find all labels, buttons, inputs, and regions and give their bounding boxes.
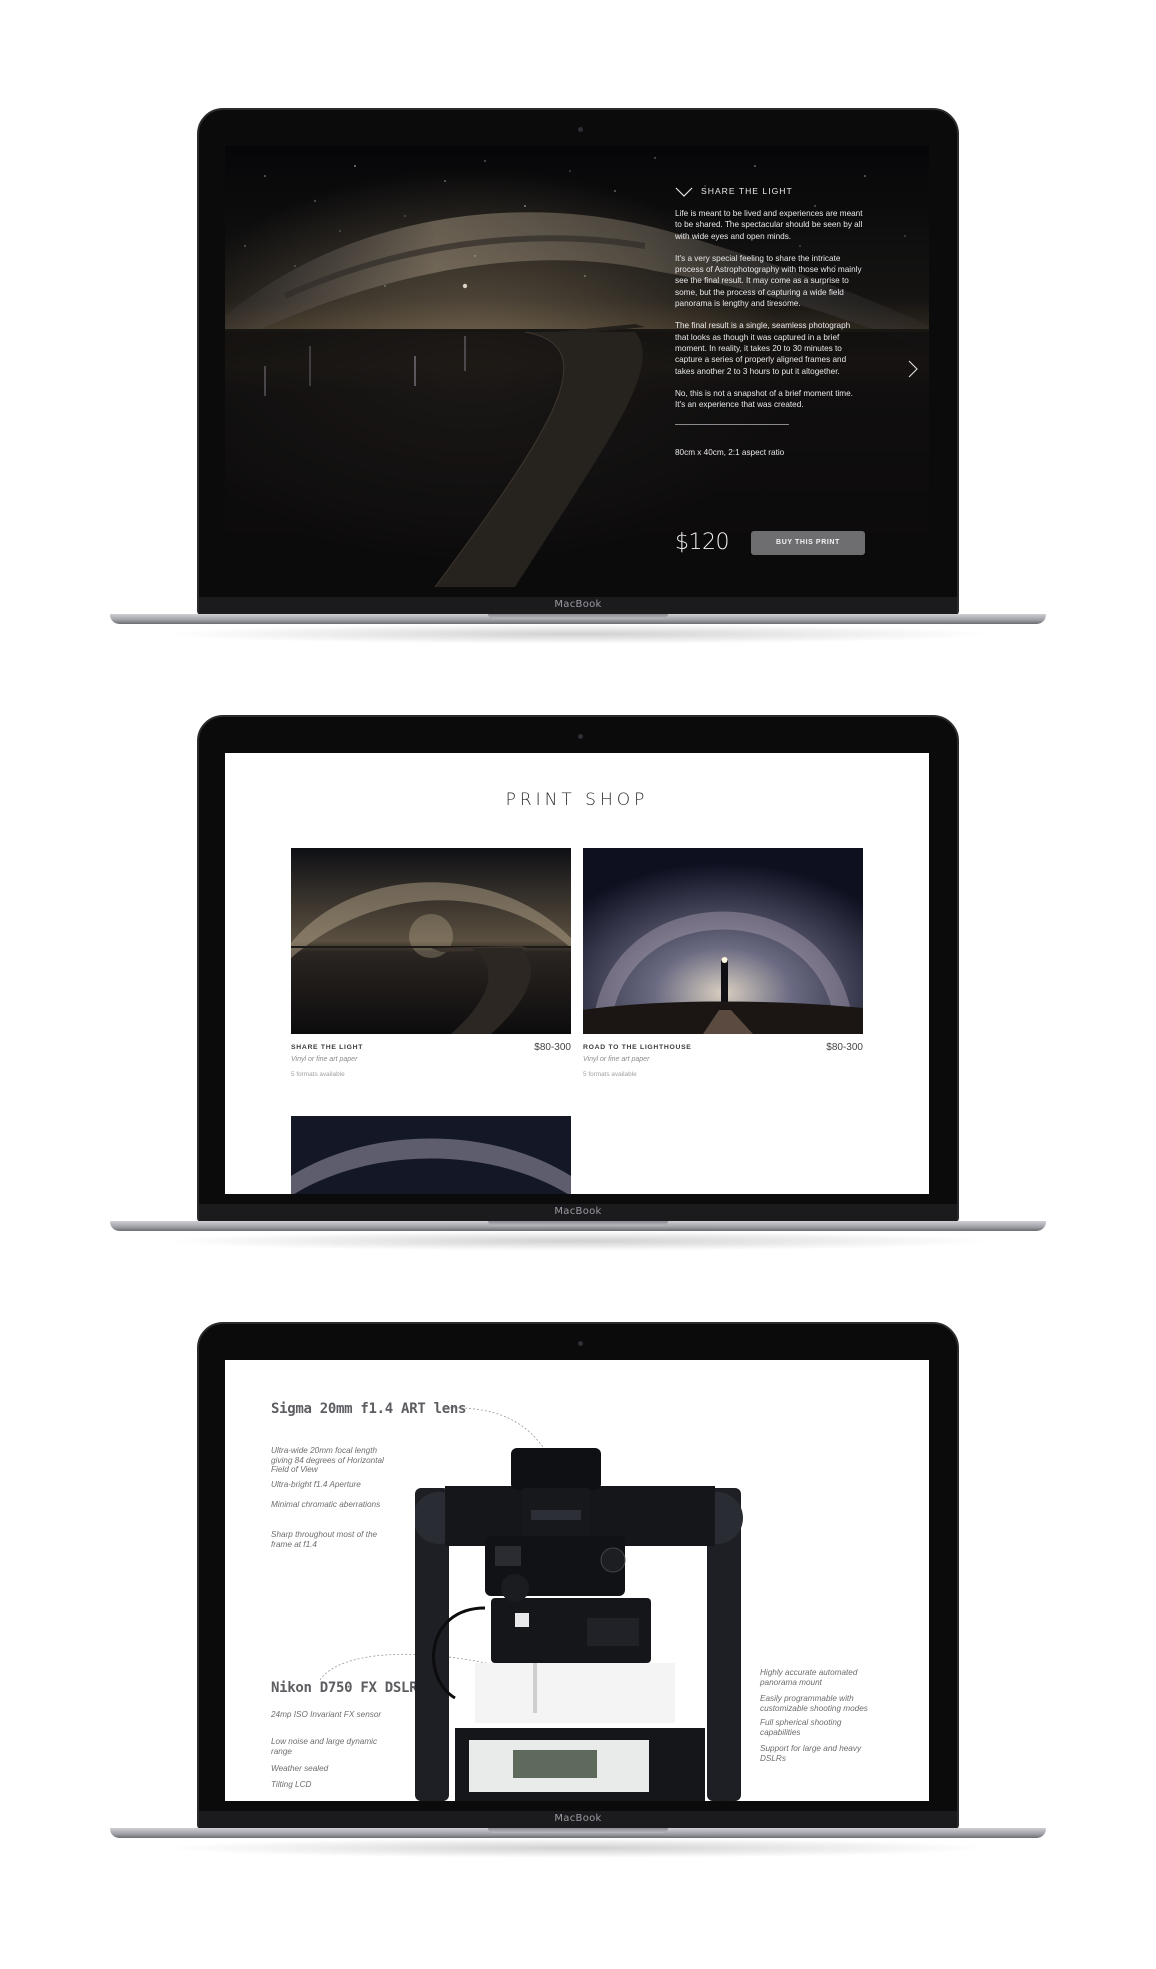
product-image-road-to-the-lighthouse[interactable]: [583, 848, 863, 1034]
chevron-right-icon[interactable]: [907, 360, 919, 378]
product-meta: SHARE THE LIGHT $80-300 Vinyl or fine ar…: [291, 1042, 571, 1078]
product-formats: 5 formats available: [583, 1071, 637, 1078]
product-card[interactable]: ROAD TO THE LIGHTHOUSE $80-300 Vinyl or …: [583, 848, 863, 1078]
product-material: Vinyl or fine art paper: [583, 1056, 650, 1063]
camera-dot: [578, 734, 583, 739]
mount-feature: Highly accurate automated panorama mount: [760, 1668, 858, 1687]
laptop-screen: PRINT SHOP SHARE THE LIGHT $80-300 Vinyl…: [225, 753, 929, 1194]
laptop-chin: MacBook: [199, 597, 957, 615]
divider: [675, 424, 789, 426]
gear-page: Sigma 20mm f1.4 ART lens Ultra-wide 20mm…: [225, 1360, 929, 1801]
share-the-light-page: SHARE THE LIGHT Life is meant to be live…: [225, 146, 929, 587]
laptop-shadow: [160, 624, 996, 644]
panel-header[interactable]: SHARE THE LIGHT: [675, 186, 865, 198]
panorama-rig-photo: [415, 1448, 743, 1801]
camera-dot: [578, 127, 583, 132]
lens-feature: Sharp throughout most of the frame at f1…: [271, 1530, 378, 1549]
panel-title: SHARE THE LIGHT: [701, 186, 793, 197]
product-title[interactable]: ROAD TO THE LIGHTHOUSE: [583, 1044, 863, 1051]
lens-title: Sigma 20mm f1.4 ART lens: [271, 1401, 467, 1417]
description-paragraph: No, this is not a snapshot of a brief mo…: [675, 388, 853, 410]
chevron-down-icon[interactable]: [675, 186, 693, 198]
milky-way-thumbnail: [291, 1116, 571, 1194]
print-shop-page: PRINT SHOP SHARE THE LIGHT $80-300 Vinyl…: [225, 753, 929, 1194]
product-card[interactable]: SHARE THE LIGHT $80-300 Vinyl or fine ar…: [291, 848, 571, 1078]
description-paragraph: The final result is a single, seamless p…: [675, 321, 851, 376]
mount-feature: Support for large and heavy DSLRs: [760, 1744, 862, 1763]
product-title[interactable]: SHARE THE LIGHT: [291, 1044, 571, 1051]
lens-feature: Ultra-bright f1.4 Aperture: [271, 1480, 361, 1489]
macbook-brand-label: MacBook: [554, 599, 602, 610]
product-card[interactable]: [291, 1116, 571, 1194]
product-meta: ROAD TO THE LIGHTHOUSE $80-300 Vinyl or …: [583, 1042, 863, 1078]
product-price: $80-300: [826, 1042, 863, 1053]
camera-feature: Weather sealed: [271, 1764, 329, 1773]
print-price: $120: [675, 530, 730, 555]
milky-way-jetty-thumbnail: [291, 848, 571, 1034]
buy-this-print-button[interactable]: BUY THIS PRINT: [751, 530, 865, 555]
laptop-mockup-gear: Sigma 20mm f1.4 ART lens Ultra-wide 20mm…: [0, 1322, 1156, 1882]
laptop-hinge-notch: [488, 614, 668, 619]
camera-feature: Low noise and large dynamic range: [271, 1737, 378, 1756]
product-formats: 5 formats available: [291, 1071, 345, 1078]
share-the-light-panel: SHARE THE LIGHT Life is meant to be live…: [675, 186, 865, 459]
laptop-screen: Sigma 20mm f1.4 ART lens Ultra-wide 20mm…: [225, 1360, 929, 1801]
camera-dot: [578, 1341, 583, 1346]
lens-feature: Ultra-wide 20mm focal length giving 84 d…: [271, 1446, 384, 1475]
macbook-brand-label: MacBook: [554, 1206, 602, 1217]
laptop-hinge-notch: [488, 1828, 668, 1833]
mount-feature: Full spherical shooting capabilities: [760, 1718, 842, 1737]
macbook-brand-label: MacBook: [554, 1813, 602, 1824]
laptop-shadow: [160, 1231, 996, 1251]
laptop-shadow: [160, 1838, 996, 1858]
laptop-screen: SHARE THE LIGHT Life is meant to be live…: [225, 146, 929, 587]
camera-feature: 24mp ISO Invariant FX sensor: [271, 1710, 382, 1719]
description-paragraph: It's a very special feeling to share the…: [675, 253, 862, 309]
product-price: $80-300: [534, 1042, 571, 1053]
purchase-row: $120 BUY THIS PRINT: [675, 530, 865, 555]
lighthouse-milky-way-thumbnail: [583, 848, 863, 1034]
product-material: Vinyl or fine art paper: [291, 1056, 358, 1063]
product-image-partial[interactable]: [291, 1116, 571, 1194]
product-image-share-the-light[interactable]: [291, 848, 571, 1034]
camera-feature: Tilting LCD: [271, 1780, 312, 1789]
laptop-chin: MacBook: [199, 1204, 957, 1222]
description-paragraph: Life is meant to be lived and experience…: [675, 209, 863, 241]
mount-feature: Easily programmable with customizable sh…: [760, 1694, 868, 1713]
page-title: PRINT SHOP: [505, 790, 649, 810]
laptop-chin: MacBook: [199, 1811, 957, 1829]
laptop-mockup-share-the-light: SHARE THE LIGHT Life is meant to be live…: [0, 108, 1156, 668]
print-size-spec: 80cm x 40cm, 2:1 aspect ratio: [675, 448, 785, 458]
laptop-mockup-print-shop: PRINT SHOP SHARE THE LIGHT $80-300 Vinyl…: [0, 715, 1156, 1275]
lens-feature: Minimal chromatic aberrations: [271, 1500, 381, 1509]
laptop-hinge-notch: [488, 1221, 668, 1226]
